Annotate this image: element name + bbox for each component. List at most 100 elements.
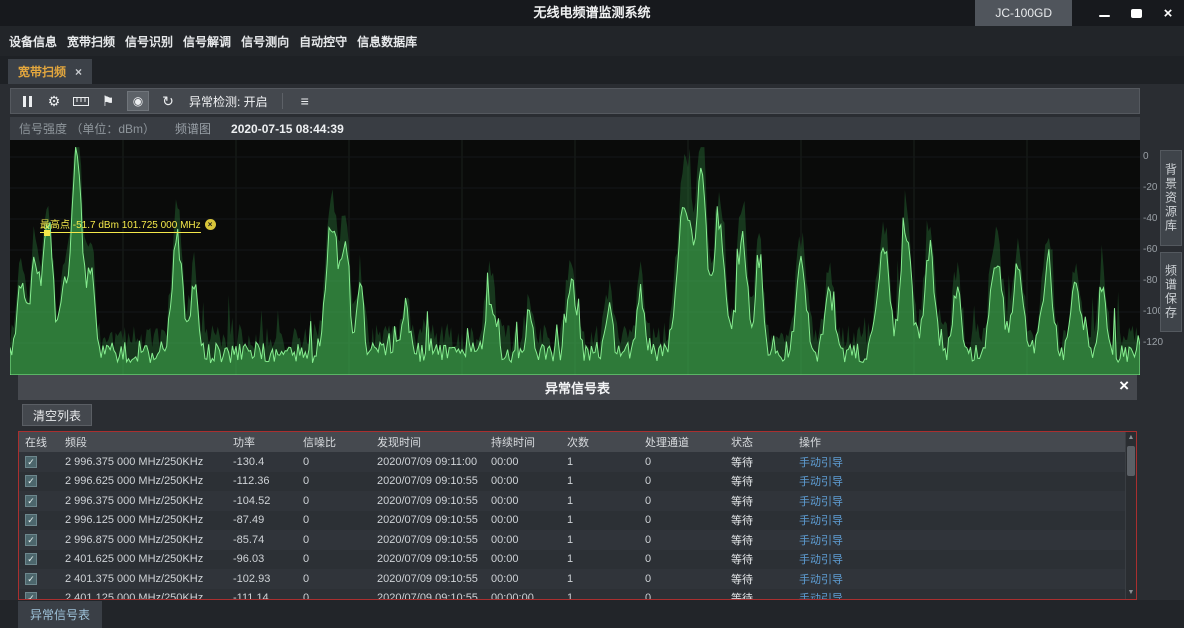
panel-close-icon[interactable]: ×	[1119, 376, 1129, 396]
online-checkbox[interactable]: ✓	[25, 573, 37, 585]
cell-status: 等待	[725, 454, 793, 470]
tab-broadband-scan[interactable]: 宽带扫频 ×	[8, 59, 92, 84]
chart-timestamp: 2020-07-15 08:44:39	[231, 122, 344, 136]
clear-list-button[interactable]: 清空列表	[22, 404, 92, 426]
cell-snr: 0	[297, 514, 371, 526]
list-menu-button[interactable]: ≡	[297, 94, 313, 108]
titlebar: 无线电频谱监测系统 JC-100GD ×	[0, 0, 1184, 26]
online-checkbox[interactable]: ✓	[25, 495, 37, 507]
refresh-button[interactable]: ↻	[160, 94, 176, 108]
scrollbar-thumb[interactable]	[1127, 446, 1135, 476]
table-row[interactable]: ✓2 996.375 000 MHz/250KHz-104.5202020/07…	[19, 491, 1136, 511]
menu-item-6[interactable]: 自动控守	[294, 29, 352, 54]
manual-guide-link[interactable]: 手动引导	[793, 551, 889, 567]
table-row[interactable]: ✓2 996.125 000 MHz/250KHz-87.4902020/07/…	[19, 511, 1136, 531]
flag-icon: ⚑	[102, 94, 115, 108]
tab-close-icon[interactable]: ×	[75, 65, 82, 79]
maximize-button[interactable]	[1120, 0, 1152, 26]
manual-guide-link[interactable]: 手动引导	[793, 532, 889, 548]
table-row[interactable]: ✓2 401.125 000 MHz/250KHz-111.1402020/07…	[19, 589, 1136, 601]
menu-item-3[interactable]: 信号识别	[120, 29, 178, 54]
menu-item-1[interactable]: 设备信息	[4, 29, 62, 54]
cell-found-time: 2020/07/09 09:10:55	[371, 514, 485, 526]
y-axis-tick: -20	[1143, 182, 1157, 193]
online-checkbox[interactable]: ✓	[25, 514, 37, 526]
menu-item-4[interactable]: 信号解调	[178, 29, 236, 54]
online-checkbox[interactable]: ✓	[25, 456, 37, 468]
scroll-down-icon[interactable]: ▼	[1126, 587, 1136, 599]
cell-channel: 0	[639, 475, 725, 487]
cell-power: -85.74	[227, 534, 297, 546]
cell-channel: 0	[639, 456, 725, 468]
table-row[interactable]: ✓ 2 996.625 000 MHz/250KHz-112.36 0 2020/07…	[19, 472, 1136, 492]
measure-icon	[73, 96, 89, 107]
y-axis-tick: -80	[1143, 275, 1157, 286]
spectrum-chart[interactable]: 最高点 -51.7 dBm 101.725 000 MHz ×	[10, 140, 1140, 375]
manual-guide-link[interactable]: 手动引导	[793, 571, 889, 587]
record-icon: ◉	[133, 94, 143, 108]
settings-button[interactable]: ⚙	[46, 94, 62, 108]
table-row[interactable]: ✓2 996.875 000 MHz/250KHz-85.7402020/07/…	[19, 530, 1136, 550]
rail-button-2[interactable]: 频谱保存	[1160, 252, 1182, 332]
panel-header: 异常信号表 ×	[18, 375, 1137, 400]
minimize-icon	[1099, 15, 1110, 17]
pause-icon	[23, 96, 32, 107]
cell-found-time: 2020/07/09 09:10:55	[371, 475, 485, 487]
manual-guide-link[interactable]: 手动引导	[793, 512, 889, 528]
cell-band: 2 996.125 000 MHz/250KHz	[59, 514, 227, 526]
pause-button[interactable]	[19, 96, 35, 107]
spectrogram-tab-label[interactable]: 频谱图	[175, 120, 211, 137]
scroll-up-icon[interactable]: ▲	[1126, 432, 1136, 444]
table-row[interactable]: ✓2 401.625 000 MHz/250KHz-96.0302020/07/…	[19, 550, 1136, 570]
cell-duration: 00:00	[485, 534, 561, 546]
menu-item-7[interactable]: 信息数据库	[352, 29, 422, 54]
cell-duration: 00:00:00	[485, 592, 561, 600]
manual-guide-link[interactable]: 手动引导	[793, 473, 889, 489]
manual-guide-link[interactable]: 手动引导	[793, 493, 889, 509]
gear-icon: ⚙	[48, 94, 61, 108]
online-checkbox[interactable]: ✓	[25, 553, 37, 565]
flag-marker-button[interactable]: ⚑	[100, 94, 116, 108]
close-button[interactable]: ×	[1152, 0, 1184, 26]
measure-button[interactable]	[73, 96, 89, 107]
table-header-row: 在线频段功率信噪比发现时间持续时间次数处理通道状态操作	[19, 432, 1136, 452]
col-header-8: 处理通道	[639, 434, 725, 450]
table-scrollbar[interactable]: ▲ ▼	[1125, 432, 1136, 599]
col-header-9: 状态	[725, 434, 793, 450]
rail-button-1[interactable]: 背景资源库	[1160, 150, 1182, 246]
device-model-button[interactable]: JC-100GD	[975, 0, 1072, 26]
online-checkbox[interactable]: ✓	[25, 592, 37, 600]
cell-snr: 0	[297, 573, 371, 585]
annotation-close-icon[interactable]: ×	[205, 219, 216, 230]
cell-duration: 00:00	[485, 475, 561, 487]
menu-item-5[interactable]: 信号测向	[236, 29, 294, 54]
y-axis-tick: -40	[1143, 213, 1157, 224]
online-checkbox[interactable]: ✓	[25, 475, 37, 487]
close-icon: ×	[1164, 6, 1173, 21]
chart-header: 信号强度 （单位：dBm） 频谱图 2020-07-15 08:44:39	[10, 117, 1140, 140]
cell-status: 等待	[725, 551, 793, 567]
table-row[interactable]: ✓2 401.375 000 MHz/250KHz-102.9302020/07…	[19, 569, 1136, 589]
abnormal-signal-table: 在线频段功率信噪比发现时间持续时间次数处理通道状态操作 ✓2 996.375 0…	[18, 431, 1137, 600]
col-header-6: 持续时间	[485, 434, 561, 450]
manual-guide-link[interactable]: 手动引导	[793, 590, 889, 600]
cell-power: -112.36	[227, 475, 297, 487]
cell-count: 1	[561, 456, 639, 468]
online-checkbox[interactable]: ✓	[25, 534, 37, 546]
cell-band: 2 996.375 000 MHz/250KHz	[59, 495, 227, 507]
manual-guide-link[interactable]: 手动引导	[793, 454, 889, 470]
peak-annotation-label: 最高点 -51.7 dBm 101.725 000 MHz	[40, 216, 201, 233]
menu-item-2[interactable]: 宽带扫频	[62, 29, 120, 54]
record-button[interactable]: ◉	[127, 91, 149, 111]
bottom-tab-abnormal-table[interactable]: 异常信号表	[18, 601, 102, 628]
cell-channel: 0	[639, 592, 725, 600]
table-row[interactable]: ✓2 996.375 000 MHz/250KHz-130.402020/07/…	[19, 452, 1136, 472]
col-header-2: 频段	[59, 434, 227, 450]
col-header-3: 功率	[227, 434, 297, 450]
cell-power: -102.93	[227, 573, 297, 585]
minimize-button[interactable]	[1088, 0, 1120, 26]
tab-label: 宽带扫频	[18, 63, 66, 80]
cell-band: 2 996.625 000 MHz/250KHz	[59, 475, 227, 487]
cell-status: 等待	[725, 512, 793, 528]
cell-snr: 0	[297, 534, 371, 546]
